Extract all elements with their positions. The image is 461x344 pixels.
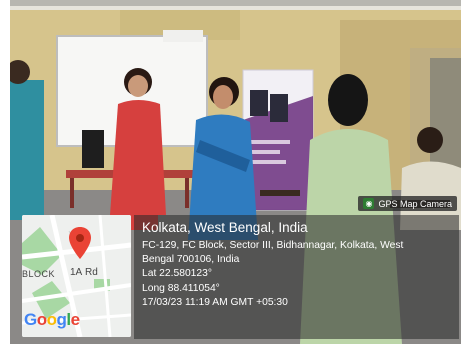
google-logo-letter: e (70, 310, 80, 329)
photo-frame: ◉ GPS Map Camera 1A Rd BLOCK Google Kolk… (10, 0, 461, 344)
google-logo-text: Google (24, 310, 80, 329)
address-line-2: Bengal 700106, India (142, 254, 240, 266)
address-line-1: FC-129, FC Block, Sector III, Bidhannaga… (142, 240, 404, 251)
block-label: BLOCK (22, 269, 56, 279)
location-title: Kolkata, West Bengal, India (142, 220, 308, 235)
location-info-panel: Kolkata, West Bengal, India FC-129, FC B… (134, 215, 459, 339)
latitude: Lat 22.580123° (142, 268, 212, 280)
google-logo: Google (24, 310, 80, 330)
google-logo-letter: G (24, 310, 37, 329)
timestamp: 17/03/23 11:19 AM GMT +05:30 (142, 296, 288, 308)
google-logo-letter: o (46, 310, 57, 329)
map-pin-icon (69, 227, 91, 259)
gps-map-camera-badge: ◉ GPS Map Camera (358, 196, 457, 211)
google-logo-letter: g (56, 310, 67, 329)
google-logo-letter: o (36, 310, 47, 329)
longitude: Long 88.411054° (142, 282, 220, 294)
camera-icon: ◉ (363, 198, 375, 209)
road-label: 1A Rd (70, 267, 98, 278)
badge-label: GPS Map Camera (378, 198, 452, 209)
location-map: 1A Rd BLOCK Google (22, 215, 131, 337)
